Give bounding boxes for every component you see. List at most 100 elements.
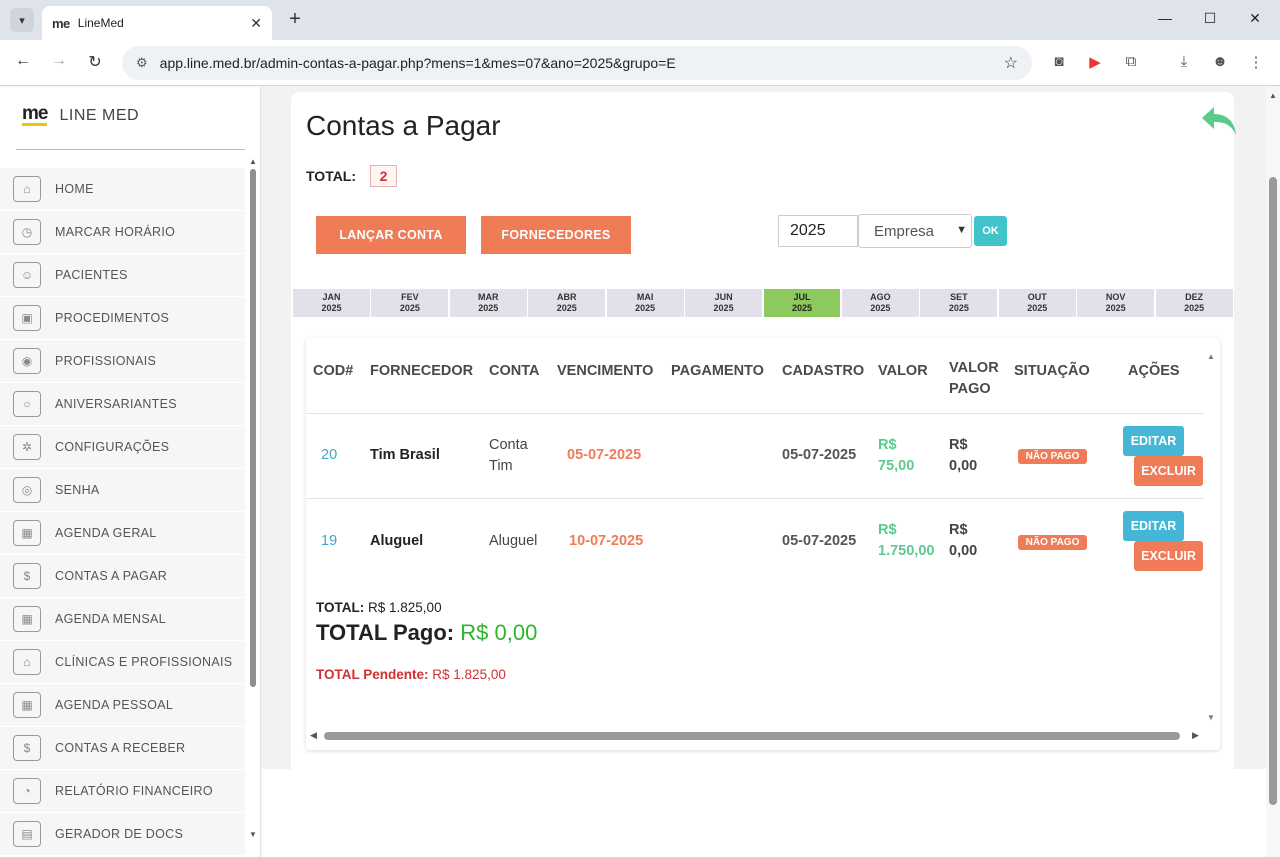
- month-label: DEZ: [1185, 292, 1204, 302]
- tab-title: LineMed: [77, 16, 124, 30]
- header-acoes: AÇÕES: [1128, 363, 1180, 379]
- scroll-up-arrow[interactable]: ▲: [249, 157, 257, 166]
- sidebar-item-label: SENHA: [55, 483, 100, 497]
- month-tab-jul[interactable]: JUL 2025: [763, 289, 841, 317]
- delete-button[interactable]: EXCLUIR: [1134, 456, 1203, 486]
- sidebar-item-gerador-de-docs[interactable]: ▤ GERADOR DE DOCS: [0, 813, 245, 856]
- calendar-icon: ▦: [13, 692, 41, 718]
- site-settings-icon[interactable]: ⚙: [136, 55, 148, 71]
- table-scroll-down-arrow[interactable]: ▼: [1207, 713, 1215, 722]
- month-year: 2025: [713, 303, 734, 313]
- brand-logo: me: [22, 103, 48, 126]
- month-tab-jun[interactable]: JUN 2025: [685, 289, 763, 317]
- month-tab-nov[interactable]: NOV 2025: [1077, 289, 1155, 317]
- month-year: 2025: [791, 303, 812, 313]
- sidebar-item-home[interactable]: ⌂ HOME: [0, 168, 245, 211]
- forward-arrow-icon[interactable]: →: [47, 52, 71, 70]
- sidebar-scrollbar[interactable]: ▲ ▼: [247, 157, 259, 847]
- horizontal-scroll-thumb[interactable]: [324, 732, 1180, 740]
- month-tab-mai[interactable]: MAI 2025: [606, 289, 684, 317]
- delete-button[interactable]: EXCLUIR: [1134, 541, 1203, 571]
- month-tab-abr[interactable]: ABR 2025: [528, 289, 606, 317]
- back-arrow-icon[interactable]: ←: [11, 52, 35, 70]
- browser-tab[interactable]: me LineMed ✕: [42, 6, 272, 40]
- close-window-icon[interactable]: ✕: [1240, 10, 1270, 27]
- header-valor-pago: VALOR PAGO: [949, 358, 999, 400]
- close-tab-icon[interactable]: ✕: [250, 15, 262, 32]
- profile-icon[interactable]: ☻: [1209, 53, 1231, 70]
- url-bar[interactable]: ⚙ app.line.med.br/admin-contas-a-pagar.p…: [122, 46, 1032, 80]
- sidebar-item-contas-a-receber[interactable]: $ CONTAS A RECEBER: [0, 727, 245, 770]
- row-cod-link[interactable]: 19: [321, 531, 337, 552]
- sidebar-item-marcar-horário[interactable]: ◷ MARCAR HORÁRIO: [0, 211, 245, 254]
- sidebar-item-senha[interactable]: ◎ SENHA: [0, 469, 245, 512]
- month-tab-out[interactable]: OUT 2025: [998, 289, 1076, 317]
- sidebar-item-procedimentos[interactable]: ▣ PROCEDIMENTOS: [0, 297, 245, 340]
- reload-icon[interactable]: ↻: [83, 52, 107, 72]
- month-tab-set[interactable]: SET 2025: [920, 289, 998, 317]
- page-title: Contas a Pagar: [306, 110, 501, 141]
- row-cod-link[interactable]: 20: [321, 445, 337, 466]
- extensions-puzzle-icon[interactable]: ⧉: [1120, 53, 1142, 70]
- table-horizontal-scrollbar[interactable]: ◀ ▶: [310, 729, 1202, 743]
- table-scroll-up-arrow[interactable]: ▲: [1207, 352, 1215, 361]
- maximize-icon[interactable]: ☐: [1195, 10, 1225, 27]
- ok-button[interactable]: OK: [974, 216, 1007, 246]
- row-vencimento: 05-07-2025: [567, 447, 642, 463]
- month-tab-dez[interactable]: DEZ 2025: [1155, 289, 1233, 317]
- bookmark-star-icon[interactable]: ☆: [1004, 53, 1018, 73]
- fornecedores-button[interactable]: FORNECEDORES: [481, 216, 631, 254]
- bank-icon: ⌂: [13, 176, 41, 202]
- month-year: 2025: [556, 303, 577, 313]
- page-scroll-thumb[interactable]: [1269, 177, 1277, 805]
- brand[interactable]: me LINE MED: [22, 103, 139, 126]
- sidebar-scroll-thumb[interactable]: [250, 169, 256, 687]
- camera-icon[interactable]: ◙: [1048, 53, 1070, 70]
- new-tab-button[interactable]: +: [284, 8, 306, 31]
- sidebar-item-configurações[interactable]: ✲ CONFIGURAÇÕES: [0, 426, 245, 469]
- url-text[interactable]: app.line.med.br/admin-contas-a-pagar.php…: [160, 55, 1004, 71]
- download-icon[interactable]: ⤓: [1173, 53, 1195, 70]
- year-input[interactable]: [778, 215, 858, 247]
- scroll-right-arrow[interactable]: ▶: [1192, 730, 1199, 741]
- month-tab-mar[interactable]: MAR 2025: [449, 289, 527, 317]
- month-tab-jan[interactable]: JAN 2025: [293, 289, 370, 317]
- sidebar-item-contas-a-pagar[interactable]: $ CONTAS A PAGAR: [0, 555, 245, 598]
- chevron-down-icon: ▾: [19, 14, 25, 27]
- header-pagamento: PAGAMENTO: [671, 363, 764, 379]
- edit-button[interactable]: EDITAR: [1123, 511, 1184, 541]
- sidebar-item-agenda-pessoal[interactable]: ▦ AGENDA PESSOAL: [0, 684, 245, 727]
- tab-search-button[interactable]: ▾: [10, 8, 34, 32]
- month-tab-ago[interactable]: AGO 2025: [841, 289, 919, 317]
- sidebar-item-pacientes[interactable]: ☺ PACIENTES: [0, 254, 245, 297]
- sidebar-item-label: AGENDA PESSOAL: [55, 698, 174, 712]
- row-valor: R$ 75,00: [878, 435, 914, 477]
- lancar-conta-button[interactable]: LANÇAR CONTA: [316, 216, 466, 254]
- sidebar-item-label: PACIENTES: [55, 268, 128, 282]
- scroll-down-arrow[interactable]: ▼: [249, 830, 257, 839]
- minimize-icon[interactable]: —: [1150, 10, 1180, 26]
- sidebar-item-clínicas-e-profissionais[interactable]: ⌂ CLÍNICAS E PROFISSIONAIS: [0, 641, 245, 684]
- group-select[interactable]: Empresa ▼: [858, 214, 972, 248]
- month-year: 2025: [1105, 303, 1126, 313]
- row-conta: Aluguel: [489, 533, 538, 549]
- page-scrollbar[interactable]: ▲: [1266, 87, 1280, 857]
- group-select-value: Empresa: [874, 222, 935, 240]
- status-badge: NÃO PAGO: [1018, 449, 1087, 464]
- sidebar-item-agenda-mensal[interactable]: ▦ AGENDA MENSAL: [0, 598, 245, 641]
- scroll-left-arrow[interactable]: ◀: [310, 730, 317, 741]
- page-scroll-up-arrow[interactable]: ▲: [1269, 91, 1277, 100]
- row-cadastro: 05-07-2025: [782, 533, 857, 549]
- sidebar-item-profissionais[interactable]: ◉ PROFISSIONAIS: [0, 340, 245, 383]
- sidebar-item-aniversariantes[interactable]: ○ ANIVERSARIANTES: [0, 383, 245, 426]
- undo-back-icon[interactable]: [1200, 103, 1240, 139]
- month-label: JUN: [714, 292, 733, 302]
- browser-menu-icon[interactable]: ⋮: [1245, 53, 1267, 71]
- month-label: OUT: [1027, 292, 1047, 302]
- sidebar-item-agenda-geral[interactable]: ▦ AGENDA GERAL: [0, 512, 245, 555]
- youtube-extension-icon[interactable]: ▶: [1084, 53, 1106, 71]
- month-tab-fev[interactable]: FEV 2025: [371, 289, 449, 317]
- header-situacao: SITUAÇÃO: [1014, 363, 1090, 379]
- sidebar-item-relatório-financeiro[interactable]: ◔ RELATÓRIO FINANCEIRO: [0, 770, 245, 813]
- edit-button[interactable]: EDITAR: [1123, 426, 1184, 456]
